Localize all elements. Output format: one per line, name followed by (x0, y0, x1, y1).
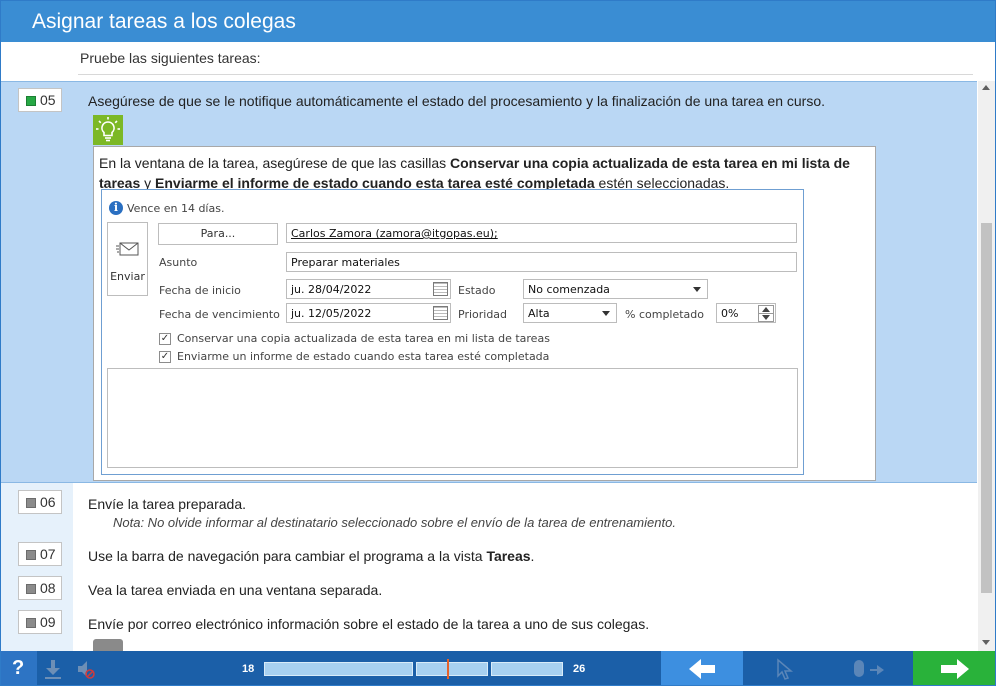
status-square-icon (26, 618, 36, 628)
progress-start: 18 (242, 663, 255, 675)
status-dropdown[interactable]: No comenzada (523, 279, 708, 299)
status-square-icon (26, 498, 36, 508)
send-button[interactable]: Enviar (107, 222, 148, 296)
progress-marker (447, 659, 449, 679)
task-number-07[interactable]: 07 (18, 542, 62, 566)
percent-label: % completado (625, 308, 705, 321)
calendar-icon[interactable] (433, 282, 448, 296)
scroll-up-icon[interactable] (982, 85, 990, 90)
task-05-text: Asegúrese de que se le notifique automát… (88, 93, 826, 109)
download-icon (45, 660, 61, 679)
status-square-icon (26, 96, 36, 106)
task-number-05[interactable]: 05 (18, 88, 62, 112)
task-06-note: Nota: No olvide informar al destinatario… (113, 515, 676, 530)
envelope-icon (116, 242, 139, 256)
scroll-down-icon[interactable] (982, 640, 990, 645)
percent-field[interactable]: 0% (716, 303, 776, 323)
help-button[interactable]: ? (1, 651, 37, 685)
progress-end: 26 (573, 663, 586, 675)
cursor-icon (777, 658, 794, 680)
task-07-text: Use la barra de navegación para cambiar … (88, 548, 535, 564)
exercise-window: Asignar tareas a los colegas Pruebe las … (0, 0, 996, 686)
task-number-06[interactable]: 06 (18, 490, 62, 514)
pointer-button[interactable] (745, 651, 827, 685)
vertical-scrollbar[interactable] (978, 81, 995, 651)
intro-text: Pruebe las siguientes tareas: (80, 50, 261, 66)
progress-segment (264, 662, 413, 676)
info-icon: i (109, 201, 123, 215)
arrow-left-icon (689, 659, 715, 679)
next-button[interactable] (913, 651, 995, 685)
keep-copy-checkbox[interactable]: ✓ (159, 333, 171, 345)
bottom-toolbar: ? 18 26 (1, 651, 995, 685)
status-report-checkbox[interactable]: ✓ (159, 351, 171, 363)
chevron-down-icon (693, 287, 701, 292)
to-field[interactable]: Carlos Zamora (zamora@itgopas.eu); (286, 223, 797, 243)
mute-button[interactable] (69, 651, 103, 685)
priority-dropdown[interactable]: Alta (523, 303, 617, 323)
task-09-text: Envíe por correo electrónico información… (88, 616, 650, 632)
task-06-text: Envíe la tarea preparada. (88, 496, 246, 512)
lightbulb-icon[interactable] (93, 115, 123, 145)
speaker-muted-icon (78, 661, 95, 679)
task-08-text: Vea la tarea enviada en una ventana sepa… (88, 582, 383, 598)
due-date-label: Fecha de vencimiento (159, 308, 280, 321)
status-square-icon (26, 584, 36, 594)
arrow-right-icon (941, 659, 969, 679)
task-number-08[interactable]: 08 (18, 576, 62, 600)
mouse-next-button[interactable] (829, 651, 911, 685)
scrollbar-thumb[interactable] (981, 223, 992, 593)
start-date-field[interactable]: ju. 28/04/2022 (286, 279, 451, 299)
due-info: Vence en 14 días. (127, 202, 225, 215)
chevron-down-icon (602, 311, 610, 316)
task-body-textarea[interactable] (107, 368, 798, 468)
download-button[interactable] (37, 651, 69, 685)
back-button[interactable] (661, 651, 743, 685)
status-label: Estado (458, 284, 496, 297)
start-date-label: Fecha de inicio (159, 284, 241, 297)
mouse-arrow-icon (854, 660, 884, 677)
task-window-screenshot: i Vence en 14 días. Enviar Para... Carlo… (101, 189, 804, 475)
hint-icon[interactable] (93, 639, 123, 651)
priority-label: Prioridad (458, 308, 508, 321)
keep-copy-label: Conservar una copia actualizada de esta … (177, 332, 550, 345)
subject-field[interactable]: Preparar materiales (286, 252, 797, 272)
status-report-label: Enviarme un informe de estado cuando est… (177, 350, 550, 363)
status-square-icon (26, 550, 36, 560)
due-date-field[interactable]: ju. 12/05/2022 (286, 303, 451, 323)
window-title: Asignar tareas a los colegas (1, 1, 995, 42)
hint-text: En la ventana de la tarea, asegúrese de … (99, 155, 850, 191)
task-number-09[interactable]: 09 (18, 610, 62, 634)
divider (78, 74, 973, 75)
calendar-icon[interactable] (433, 306, 448, 320)
progress-segment (491, 662, 563, 676)
to-button[interactable]: Para... (158, 223, 278, 245)
progress-segment (416, 662, 488, 676)
subject-label: Asunto (159, 256, 198, 269)
spin-down-icon[interactable] (758, 313, 774, 322)
